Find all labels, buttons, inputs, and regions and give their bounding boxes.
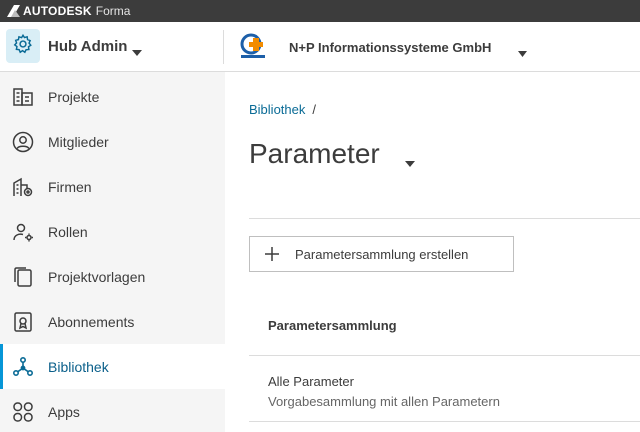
apps-icon: [11, 400, 35, 424]
company-icon: [11, 175, 35, 199]
sidebar-item-abonnements[interactable]: Abonnements: [0, 299, 225, 344]
company-logo-icon: [238, 33, 268, 61]
sidebar-item-apps[interactable]: Apps: [0, 389, 225, 432]
sidebar-item-label: Abonnements: [48, 313, 135, 330]
user-gear-icon: [11, 220, 35, 244]
sidebar-item-label: Rollen: [48, 223, 88, 240]
template-icon: [11, 265, 35, 289]
title-dropdown-icon[interactable]: [405, 154, 415, 172]
sidebar: Projekte Mitglieder Firmen Rollen Projek…: [0, 72, 225, 432]
app-header: Hub Admin N+P Informationssysteme GmbH: [0, 22, 640, 72]
create-parameter-collection-button[interactable]: Parametersammlung erstellen: [249, 236, 514, 272]
hub-name[interactable]: Hub Admin: [48, 38, 127, 55]
company-name[interactable]: N+P Informationssysteme GmbH: [289, 40, 491, 55]
sidebar-item-label: Projektvorlagen: [48, 268, 146, 285]
header-divider: [223, 30, 224, 64]
sidebar-item-mitglieder[interactable]: Mitglieder: [0, 119, 225, 164]
breadcrumb-separator: /: [312, 102, 316, 117]
sidebar-item-projekte[interactable]: Projekte: [0, 74, 225, 119]
sidebar-item-label: Projekte: [48, 88, 100, 105]
library-icon: [11, 355, 35, 379]
plus-icon: [264, 246, 280, 262]
brand-product: Forma: [95, 4, 131, 18]
sidebar-item-bibliothek[interactable]: Bibliothek: [0, 344, 225, 389]
row-description: Vorgabesammlung mit allen Parametern: [268, 394, 500, 409]
breadcrumb-link-bibliothek[interactable]: Bibliothek: [249, 102, 305, 117]
hub-settings-button[interactable]: [6, 29, 40, 63]
main-content: Bibliothek / Parameter Parametersammlung …: [225, 72, 640, 432]
table-row[interactable]: Alle Parameter Vorgabesammlung mit allen…: [249, 356, 640, 420]
sidebar-item-projektvorlagen[interactable]: Projektvorlagen: [0, 254, 225, 299]
brand-name: AUTODESK: [23, 4, 92, 18]
company-dropdown-icon[interactable]: [518, 44, 527, 62]
hub-dropdown-icon[interactable]: [132, 43, 142, 61]
subscription-icon: [11, 310, 35, 334]
sidebar-item-label: Apps: [48, 403, 80, 420]
sidebar-item-rollen[interactable]: Rollen: [0, 209, 225, 254]
create-button-label: Parametersammlung erstellen: [295, 246, 469, 262]
divider: [249, 218, 640, 219]
breadcrumb: Bibliothek /: [249, 102, 316, 117]
brand-bar: AUTODESK Forma: [0, 0, 640, 22]
row-title: Alle Parameter: [268, 374, 354, 389]
page-title: Parameter: [249, 138, 380, 169]
sidebar-item-firmen[interactable]: Firmen: [0, 164, 225, 209]
gear-icon: [12, 33, 34, 60]
user-circle-icon: [11, 130, 35, 154]
building-icon: [11, 85, 35, 109]
sidebar-item-label: Mitglieder: [48, 133, 109, 150]
sidebar-item-label: Bibliothek: [48, 358, 109, 375]
column-header-parametersammlung[interactable]: Parametersammlung: [268, 318, 397, 333]
sidebar-item-label: Firmen: [48, 178, 92, 195]
table-divider: [249, 421, 640, 422]
autodesk-logo-icon: [6, 4, 20, 18]
